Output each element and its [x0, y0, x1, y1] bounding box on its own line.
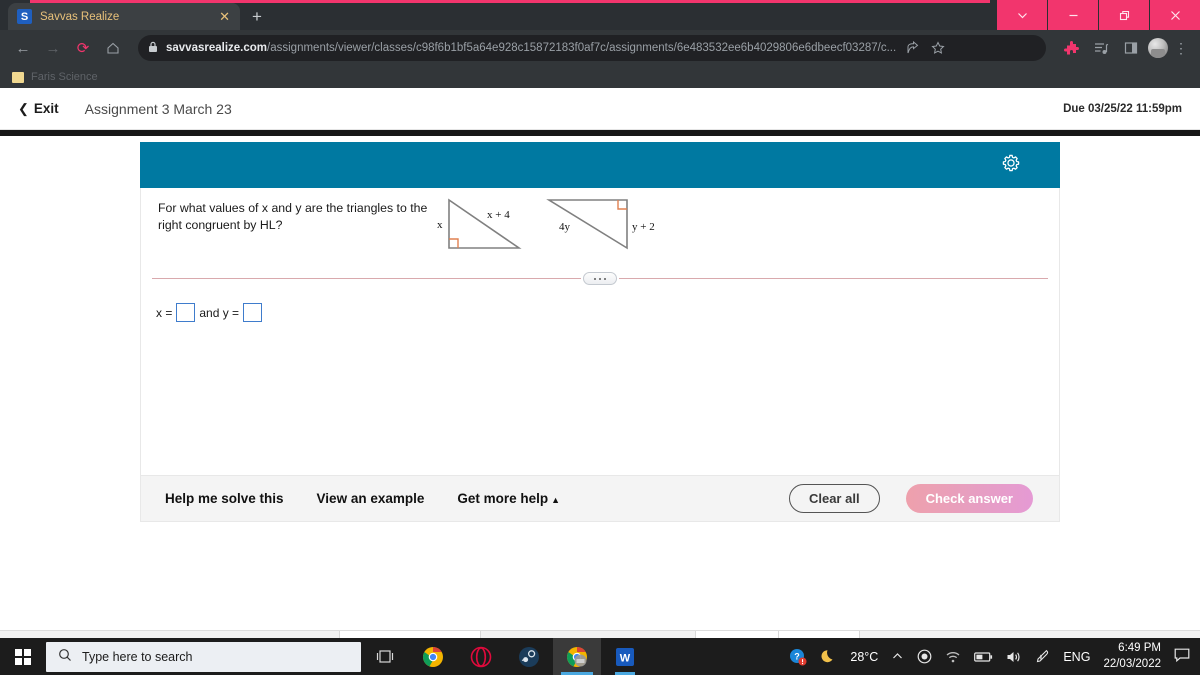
caret-up-icon: ▲: [551, 495, 561, 505]
record-icon[interactable]: [917, 649, 932, 664]
close-icon[interactable]: [1149, 0, 1200, 30]
get-more-help-label: Get more help: [457, 491, 549, 506]
sidebar-icon[interactable]: [1118, 35, 1144, 61]
restore-icon[interactable]: [1098, 0, 1149, 30]
url-text: savvasrealize.com/assignments/viewer/cla…: [166, 42, 896, 54]
address-bar[interactable]: savvasrealize.com/assignments/viewer/cla…: [138, 35, 1046, 61]
question-area: For what values of x and y are the trian…: [0, 136, 1200, 675]
svg-text:y + 2: y + 2: [632, 221, 655, 233]
chevron-down-icon[interactable]: [996, 0, 1047, 30]
exit-label: Exit: [33, 101, 59, 116]
clear-all-button[interactable]: Clear all: [788, 484, 880, 513]
chrome-active-icon[interactable]: [553, 638, 601, 675]
word-icon[interactable]: W: [601, 638, 649, 675]
question-card: For what values of x and y are the trian…: [140, 142, 1060, 522]
reload-icon[interactable]: ⟳: [70, 35, 96, 61]
page-content: ❮ Exit Assignment 3 March 23 Due 03/25/2…: [0, 88, 1200, 675]
search-placeholder: Type here to search: [82, 649, 193, 664]
svg-text:W: W: [620, 652, 631, 664]
moon-icon[interactable]: [820, 648, 837, 665]
chrome-menu-icon[interactable]: ⋮: [1172, 35, 1190, 61]
triangles-figure: x x + 4 4y y + 2: [431, 192, 791, 267]
search-icon: [58, 648, 72, 665]
chrome-icon[interactable]: [409, 638, 457, 675]
card-body: For what values of x and y are the trian…: [140, 188, 1060, 476]
chevron-left-icon: ❮: [18, 100, 29, 116]
weather-temperature[interactable]: 28°C: [850, 650, 878, 664]
question-prompt: For what values of x and y are the trian…: [158, 201, 428, 232]
gear-icon[interactable]: [1002, 154, 1020, 177]
clock-date: 22/03/2022: [1103, 657, 1161, 670]
divider-line-left: [152, 278, 581, 279]
svg-text:x + 4: x + 4: [487, 209, 510, 221]
forward-arrow-icon[interactable]: →: [40, 35, 66, 61]
media-playlist-icon[interactable]: [1088, 35, 1114, 61]
taskbar-clock[interactable]: 6:49 PM 22/03/2022: [1103, 641, 1161, 672]
windows-taskbar: Type here to search W ? 28°C ENG 6:49 PM…: [0, 638, 1200, 675]
wifi-icon[interactable]: [945, 650, 961, 663]
folder-icon: [12, 71, 24, 83]
tab-close-icon[interactable]: ✕: [215, 8, 234, 25]
answer-and-label: and y =: [199, 305, 240, 320]
svg-text:x: x: [437, 219, 443, 231]
savvas-favicon: S: [17, 9, 32, 24]
tab-title: Savvas Realize: [40, 10, 120, 23]
taskbar-search[interactable]: Type here to search: [46, 641, 361, 672]
pen-icon[interactable]: [1035, 649, 1050, 664]
windows-start-icon[interactable]: [0, 638, 46, 675]
volume-icon[interactable]: [1006, 650, 1022, 664]
home-icon[interactable]: [100, 35, 126, 61]
task-view-icon[interactable]: [361, 638, 409, 675]
triangle-right: 4y y + 2: [546, 199, 655, 250]
extensions-icon[interactable]: [1058, 35, 1084, 61]
chevron-up-icon[interactable]: [891, 650, 904, 663]
accent-strip: [30, 0, 990, 3]
card-footer: Help me solve this View an example Get m…: [140, 476, 1060, 522]
browser-tab[interactable]: S Savvas Realize ✕: [8, 3, 240, 30]
due-date: Due 03/25/22 11:59pm: [1063, 102, 1182, 115]
new-tab-button[interactable]: +: [252, 7, 262, 27]
check-answer-button[interactable]: Check answer: [905, 484, 1033, 513]
answer-x-input[interactable]: [176, 303, 196, 322]
browser-titlebar: S Savvas Realize ✕ +: [0, 0, 1200, 30]
view-an-example-link[interactable]: View an example: [317, 491, 425, 506]
profile-avatar[interactable]: [1148, 38, 1168, 58]
answer-row: x = and y =: [156, 303, 263, 322]
svg-text:4y: 4y: [559, 221, 571, 233]
browser-window: S Savvas Realize ✕ + ← → ⟳ savvasrealize…: [0, 0, 1200, 675]
opera-icon[interactable]: [457, 638, 505, 675]
answer-x-label: x =: [156, 305, 173, 320]
get-more-help-link[interactable]: Get more help ▲: [457, 491, 560, 506]
battery-icon[interactable]: [974, 651, 993, 663]
answer-y-input[interactable]: [243, 303, 263, 322]
assignment-header: ❮ Exit Assignment 3 March 23 Due 03/25/2…: [0, 88, 1200, 130]
url-path: /assignments/viewer/classes/c98f6b1bf5a6…: [267, 42, 897, 54]
language-indicator[interactable]: ENG: [1063, 650, 1090, 664]
url-domain: savvasrealize.com: [166, 42, 268, 54]
steam-icon[interactable]: [505, 638, 553, 675]
clock-time: 6:49 PM: [1118, 641, 1161, 654]
back-arrow-icon[interactable]: ←: [10, 35, 36, 61]
divider-line-right: [619, 278, 1048, 279]
minimize-icon[interactable]: [1047, 0, 1098, 30]
assignment-title: Assignment 3 March 23: [84, 100, 232, 117]
bookmark-faris-science[interactable]: Faris Science: [31, 71, 98, 83]
exit-button[interactable]: ❮ Exit: [18, 101, 59, 117]
help-me-solve-this-link[interactable]: Help me solve this: [165, 491, 284, 506]
help-badge-icon[interactable]: ?: [789, 648, 807, 666]
lock-icon: [148, 41, 158, 56]
triangle-left: x x + 4: [437, 198, 522, 249]
browser-toolbar: ← → ⟳ savvasrealize.com/assignments/view…: [0, 30, 1200, 66]
ellipsis-icon[interactable]: [583, 272, 617, 285]
notification-icon[interactable]: [1174, 648, 1190, 665]
share-icon[interactable]: [904, 35, 920, 61]
window-controls: [996, 0, 1200, 30]
bookmarks-bar: Faris Science: [0, 66, 1200, 88]
star-icon[interactable]: [930, 35, 946, 61]
system-tray: ? 28°C ENG 6:49 PM 22/03/2022: [789, 641, 1200, 672]
section-divider: [152, 272, 1048, 285]
card-toolbar: [140, 142, 1060, 188]
